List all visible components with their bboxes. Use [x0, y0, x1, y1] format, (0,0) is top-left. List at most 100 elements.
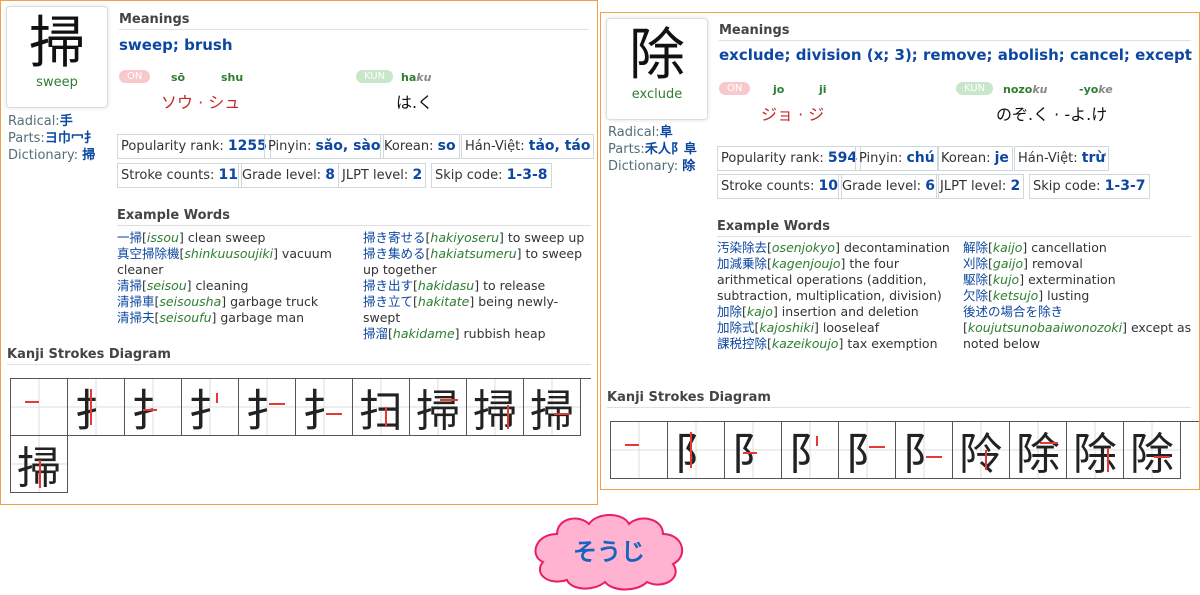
new-stroke-mark [385, 407, 387, 427]
stroke-glyph: 扌 [188, 386, 232, 437]
example-words-left: 汚染除去[osenjokyo] decontamination 加減乗除[kage… [717, 240, 951, 352]
stroke-step: 除 [1010, 422, 1067, 480]
kun-romaji-2: -yoke [1079, 83, 1113, 96]
example-word[interactable]: 加除[kajo] insertion and deletion [717, 304, 951, 320]
reading-text: そうじ [573, 538, 645, 566]
new-stroke-mark [1040, 442, 1058, 444]
stroke-glyph: 阝 [902, 429, 946, 480]
stroke-glyph: 扌 [131, 386, 175, 437]
radical-link[interactable]: 手 [60, 114, 73, 129]
new-stroke-mark [326, 413, 342, 415]
skip-code: Skip code: 1-3-7 [1029, 174, 1150, 199]
kanji-info-side: Radical:手 Parts:ヨ巾冖扌 Dictionary: 掃 [8, 113, 104, 164]
stroke-glyph: 除 [1016, 429, 1060, 480]
example-word[interactable]: 掃き集める[hakiatsumeru] to sweep up together [363, 246, 595, 278]
new-stroke-mark [816, 436, 818, 446]
example-word[interactable]: 解除[kaijo] cancellation [963, 240, 1195, 256]
new-stroke-mark [926, 456, 942, 458]
kanji-short-meaning: exclude [631, 87, 683, 102]
parts-links[interactable]: ヨ巾冖扌 [45, 131, 97, 146]
stroke-step: 扫 [353, 379, 410, 437]
new-stroke-mark [440, 399, 458, 401]
stroke-count: Stroke counts: 11 [117, 163, 243, 188]
example-word[interactable]: 清掃車[seisousha] garbage truck [117, 294, 347, 310]
new-stroke-mark [143, 409, 157, 411]
dictionary-label: Dictionary: [608, 159, 679, 174]
stroke-step: 掃 [11, 436, 68, 494]
stroke-step: 掃 [524, 379, 581, 437]
stroke-step: 阾 [953, 422, 1010, 480]
new-stroke-mark [743, 452, 757, 454]
stroke-glyph: 掃 [416, 386, 460, 437]
stroke-glyph: 阝 [845, 429, 889, 480]
stroke-step: 阝 [668, 422, 725, 480]
example-word[interactable]: 加除式[kajoshiki] looseleaf [717, 320, 951, 336]
example-word[interactable]: 課税控除[kazeikoujo] tax exemption [717, 336, 951, 352]
radical-label: Radical: [608, 125, 660, 140]
dictionary-link[interactable]: 除 [682, 159, 695, 174]
stroke-step [11, 379, 68, 436]
example-words-right: 解除[kaijo] cancellation 刈除[gaijo] removal 駆… [963, 240, 1195, 352]
kanji-box[interactable]: 掃 sweep [6, 6, 108, 108]
example-word[interactable]: 掃き立て[hakitate] being newly-swept [363, 294, 595, 326]
on-reading-kana[interactable]: ジョ · ジ [761, 101, 824, 125]
example-word[interactable]: 後述の場合を除き[koujutsunobaaiwonozoki] except … [963, 304, 1195, 352]
new-stroke-mark [269, 403, 285, 405]
on-reading-badge: ON [719, 82, 751, 95]
new-stroke-mark [869, 446, 885, 448]
strokes-header: Kanji Strokes Diagram [7, 347, 591, 365]
strokes-diagram: 阝阝阝阝阝阾除除除 [610, 421, 1199, 480]
stroke-glyph [11, 379, 67, 435]
stroke-step: 阝 [839, 422, 896, 480]
korean: Korean: je [937, 146, 1013, 171]
radical-label: Radical: [8, 114, 60, 129]
on-reading-kana[interactable]: ソウ · シュ [161, 89, 240, 113]
popularity-rank: Popularity rank: 594 [717, 146, 862, 171]
stroke-step: 扌 [182, 379, 239, 437]
parts-label: Parts: [608, 142, 645, 157]
stroke-glyph [611, 422, 667, 478]
example-word[interactable]: 汚染除去[osenjokyo] decontamination [717, 240, 951, 256]
example-word[interactable]: 掃溜[hakidame] rubbish heap [363, 326, 595, 342]
stroke-glyph: 除 [1073, 429, 1117, 480]
example-word[interactable]: 清掃[seisou] cleaning [117, 278, 347, 294]
new-stroke-mark [1107, 448, 1109, 472]
parts-links[interactable]: 禾人阝阜 [645, 142, 697, 157]
kun-reading-kana[interactable]: のぞ.く · -よ.け [996, 101, 1107, 125]
grade-level: Grade level: 8 [238, 163, 339, 188]
example-words-header: Example Words [717, 219, 1191, 237]
kanji-card-jo: 除 exclude Radical:阜 Parts:禾人阝阜 Dictionar… [600, 12, 1200, 490]
new-stroke-mark [1154, 456, 1170, 458]
stroke-glyph: 阝 [731, 429, 775, 480]
stroke-step: 阝 [725, 422, 782, 480]
example-word[interactable]: 加減乗除[kagenjoujo] the four arithmetical o… [717, 256, 951, 304]
example-words-right: 掃き寄せる[hakiyoseru] to sweep up 掃き集める[hakia… [363, 230, 595, 342]
example-word[interactable]: 欠除[ketsujo] lusting [963, 288, 1195, 304]
kun-reading-kana[interactable]: は.く [396, 89, 433, 113]
stroke-step: 除 [1124, 422, 1181, 480]
han-viet: Hán-Việt: trừ [1014, 146, 1110, 171]
new-stroke-mark [39, 460, 41, 488]
kun-romaji-1: nozoku [1003, 83, 1048, 96]
example-word[interactable]: 清掃夫[seisoufu] garbage man [117, 310, 347, 326]
new-stroke-mark [985, 450, 987, 470]
radical-link[interactable]: 阜 [660, 125, 673, 140]
example-word[interactable]: 掃き出す[hakidasu] to release [363, 278, 595, 294]
kanji-short-meaning: sweep [36, 75, 78, 90]
dictionary-link[interactable]: 掃 [82, 148, 95, 163]
kanji-box[interactable]: 除 exclude [606, 18, 708, 120]
example-word[interactable]: 真空掃除機[shinkuusoujiki] vacuum cleaner [117, 246, 347, 278]
example-word[interactable]: 刈除[gaijo] removal [963, 256, 1195, 272]
stroke-glyph: 扌 [302, 386, 346, 437]
jlpt-level: JLPT level: 2 [338, 163, 427, 188]
stroke-step: 阝 [782, 422, 839, 480]
meanings-header: Meanings [119, 12, 589, 30]
example-word[interactable]: 一掃[issou] clean sweep [117, 230, 347, 246]
example-word[interactable]: 駆除[kujo] extermination [963, 272, 1195, 288]
on-romaji-1: jo [773, 83, 785, 96]
stroke-step [611, 422, 668, 479]
han-viet: Hán-Việt: tảo, táo [461, 134, 595, 159]
example-words-left: 一掃[issou] clean sweep 真空掃除機[shinkuusoujik… [117, 230, 347, 326]
example-word[interactable]: 掃き寄せる[hakiyoseru] to sweep up [363, 230, 595, 246]
stroke-step: 扌 [125, 379, 182, 437]
